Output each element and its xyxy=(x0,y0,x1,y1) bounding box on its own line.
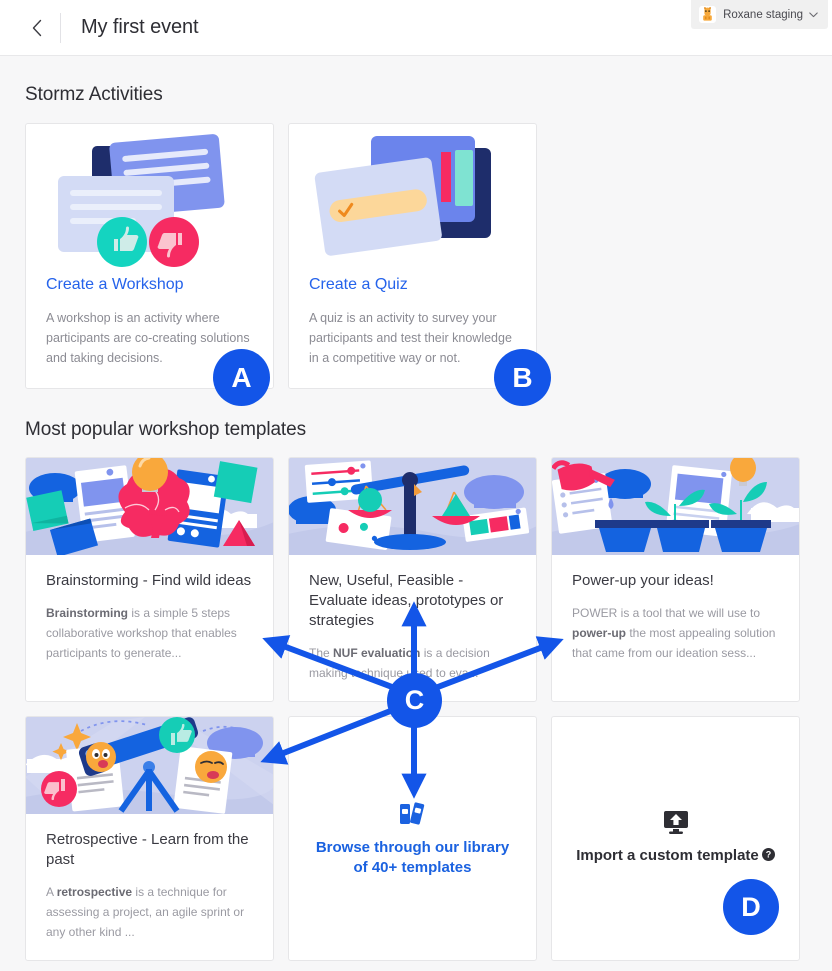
create-quiz-link[interactable]: Create a Quiz xyxy=(289,276,536,294)
activities-row: Create a Workshop A workshop is an activ… xyxy=(0,123,832,389)
activity-card-quiz[interactable]: Create a Quiz A quiz is an activity to s… xyxy=(288,123,537,389)
import-template-card[interactable]: Import a custom template ? xyxy=(551,716,800,961)
browse-library-label: Browse through our library of 40+ templa… xyxy=(315,838,510,876)
template-card-nuf[interactable]: New, Useful, Feasible - Evaluate ideas, … xyxy=(288,457,537,702)
template-title: Brainstorming - Find wild ideas xyxy=(46,572,252,589)
template-description-pre: POWER is a tool that we will use to xyxy=(572,606,761,620)
template-title: New, Useful, Feasible - Evaluate ideas, … xyxy=(309,572,504,629)
retrospective-telescope-illustration xyxy=(26,717,273,814)
template-description-pre: A xyxy=(46,885,57,899)
template-card-power-up[interactable]: Power-up your ideas! POWER is a tool tha… xyxy=(551,457,800,702)
template-description: The NUF evaluation is a decision making … xyxy=(309,643,516,683)
help-circle-icon[interactable]: ? xyxy=(761,847,775,867)
import-template-label: Import a custom template ? xyxy=(576,846,775,867)
activity-card-workshop[interactable]: Create a Workshop A workshop is an activ… xyxy=(25,123,274,389)
create-workshop-link[interactable]: Create a Workshop xyxy=(26,276,273,294)
template-description-bold: power-up xyxy=(572,626,626,640)
workspace-switcher[interactable]: Roxane staging xyxy=(691,0,828,29)
back-button[interactable] xyxy=(24,15,50,41)
quiz-cards-illustration xyxy=(289,124,536,274)
header-divider xyxy=(60,12,61,43)
create-workshop-description: A workshop is an activity where particip… xyxy=(46,311,250,365)
template-card-brainstorming[interactable]: Brainstorming - Find wild ideas Brainsto… xyxy=(25,457,274,702)
nuf-scales-illustration xyxy=(289,458,536,555)
power-up-plants-illustration xyxy=(552,458,799,555)
templates-section-title: Most popular workshop templates xyxy=(25,419,306,440)
template-card-retrospective[interactable]: Retrospective - Learn from the past A re… xyxy=(25,716,274,961)
app-header: My first event Roxane staging xyxy=(0,0,832,56)
template-description: Brainstorming is a simple 5 steps collab… xyxy=(46,603,253,663)
chevron-down-icon xyxy=(809,10,818,20)
browse-library-card[interactable]: Browse through our library of 40+ templa… xyxy=(288,716,537,961)
library-books-icon xyxy=(399,800,426,826)
workspace-name: Roxane staging xyxy=(723,8,803,21)
giraffe-avatar-icon xyxy=(703,7,712,21)
template-description-bold: retrospective xyxy=(56,885,133,899)
page-title: My first event xyxy=(81,16,199,38)
template-description: A retrospective is a technique for asses… xyxy=(46,882,253,942)
workshop-cards-illustration xyxy=(26,124,273,274)
template-description-bold: NUF evaluation xyxy=(333,646,421,660)
templates-grid: Brainstorming - Find wild ideas Brainsto… xyxy=(0,457,832,961)
chevron-left-icon xyxy=(32,19,42,36)
template-description-bold: Brainstorming xyxy=(46,606,129,620)
app-page: My first event Roxane staging Stormz Act… xyxy=(0,0,832,971)
import-upload-monitor-icon xyxy=(663,810,689,834)
template-title: Retrospective - Learn from the past xyxy=(46,831,249,868)
activities-section-title: Stormz Activities xyxy=(25,84,163,105)
template-title: Power-up your ideas! xyxy=(572,572,714,589)
brainstorming-illustration xyxy=(26,458,273,555)
workspace-avatar-icon xyxy=(699,6,717,23)
import-template-text: Import a custom template xyxy=(576,847,759,864)
template-description-pre: The xyxy=(309,646,334,660)
create-quiz-description: A quiz is an activity to survey your par… xyxy=(309,311,512,365)
template-description: POWER is a tool that we will use to powe… xyxy=(572,603,779,663)
svg-text:?: ? xyxy=(766,850,772,860)
